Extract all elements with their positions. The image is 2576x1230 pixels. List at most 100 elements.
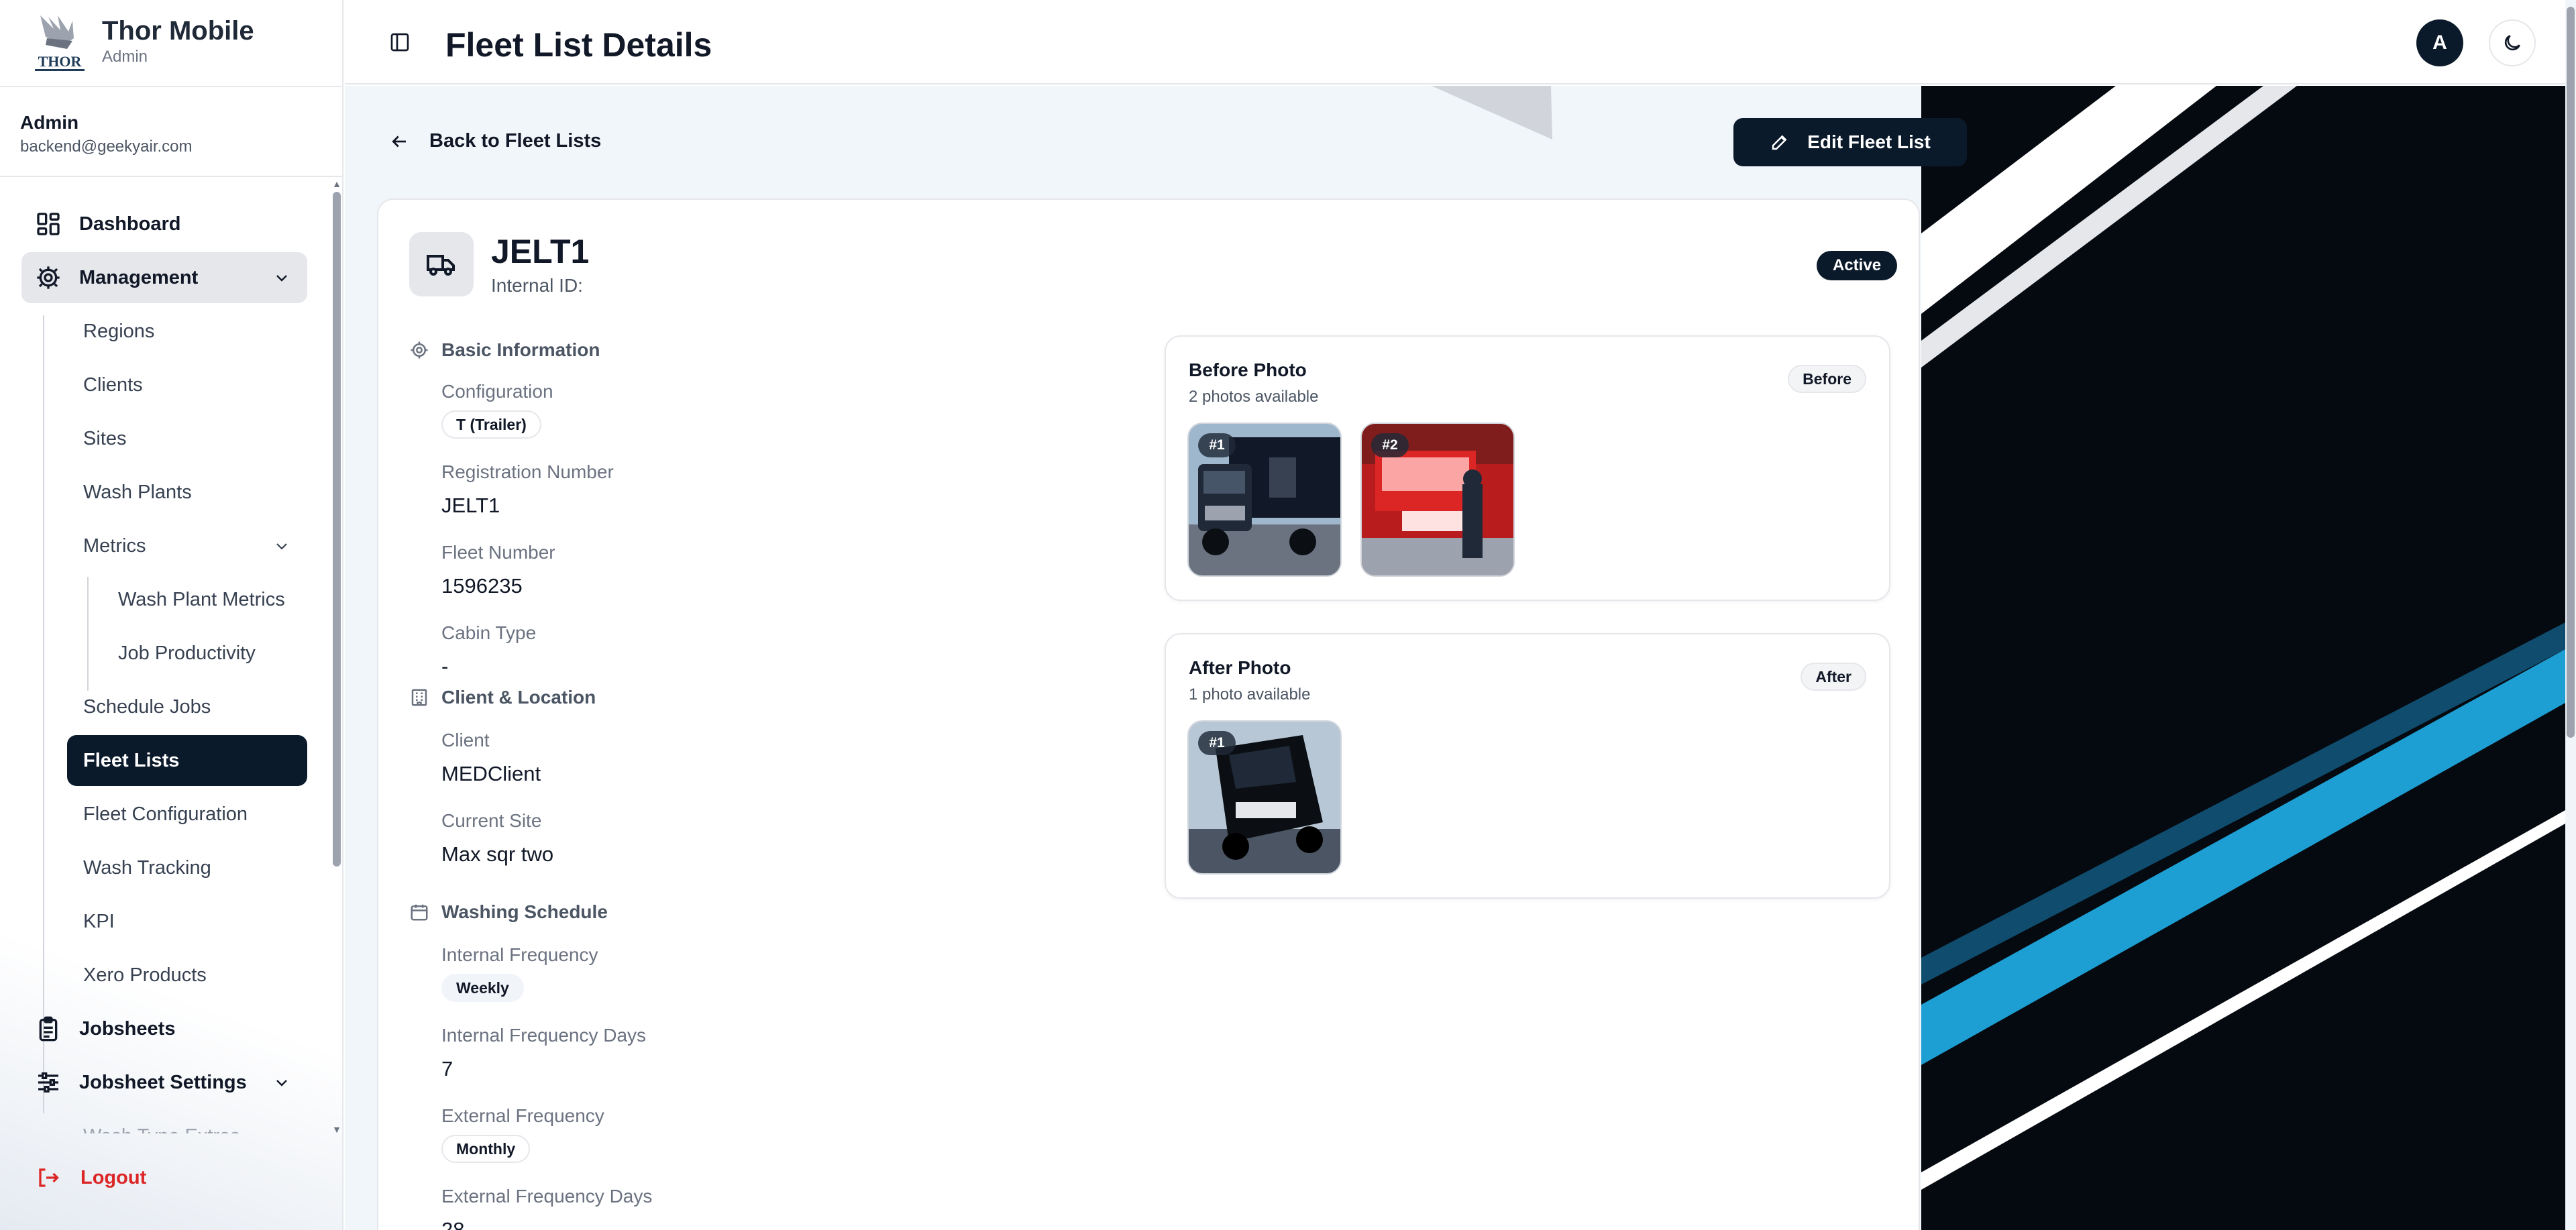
sidebar-item-label: Fleet Lists <box>83 749 180 771</box>
logo-text: THOR <box>38 53 83 70</box>
sidebar-item-label: Job Productivity <box>118 642 256 664</box>
after-photo-thumb-1[interactable]: #1 <box>1187 720 1342 875</box>
configuration-label: Configuration <box>441 381 553 402</box>
photo-number-badge: #1 <box>1198 731 1236 755</box>
client-location-heading: Client & Location <box>409 687 596 708</box>
before-badge: Before <box>1788 365 1866 393</box>
fleet-number-value: 1596235 <box>441 574 523 598</box>
basic-information-heading: Basic Information <box>409 339 600 361</box>
pencil-icon <box>1772 135 1787 150</box>
photo-number-badge: #2 <box>1371 433 1409 457</box>
tree-line <box>43 315 44 1113</box>
user-name: Admin <box>20 112 79 133</box>
external-frequency-label: External Frequency <box>441 1105 604 1126</box>
section-title: Basic Information <box>441 339 600 360</box>
brand[interactable]: THOR Thor Mobile Admin <box>0 0 342 85</box>
washing-schedule-heading: Washing Schedule <box>409 901 608 923</box>
vehicle-title: JELT1 <box>491 233 590 270</box>
internal-frequency-label: Internal Frequency <box>441 944 598 965</box>
sidebar-item-label: Metrics <box>83 535 146 557</box>
internal-frequency-days-label: Internal Frequency Days <box>441 1025 647 1046</box>
cabin-type-value: - <box>441 655 449 678</box>
sidebar-item-wash-tracking[interactable]: Wash Tracking <box>67 842 307 893</box>
current-site-value: Max sqr two <box>441 842 554 866</box>
clipboard-icon <box>39 1016 58 1042</box>
sidebar-item-label: KPI <box>83 910 115 932</box>
after-photo-title: After Photo <box>1189 657 1291 678</box>
after-photo-subtitle: 1 photo available <box>1189 685 1311 704</box>
sidebar-item-wash-plant-metrics[interactable]: Wash Plant Metrics <box>101 574 307 625</box>
internal-id-label: Internal ID: <box>491 275 583 296</box>
after-photo-card: After Photo 1 photo available After #1 <box>1165 633 1890 899</box>
avatar[interactable]: A <box>2416 19 2463 66</box>
before-photo-title: Before Photo <box>1189 359 1307 380</box>
tree-line-metrics <box>87 577 89 691</box>
client-value: MEDClient <box>441 762 541 785</box>
registration-value: JELT1 <box>441 494 500 517</box>
calendar-icon <box>411 904 428 921</box>
client-label: Client <box>441 730 490 750</box>
sidebar-item-job-productivity[interactable]: Job Productivity <box>101 628 307 679</box>
sidebar-item-jobsheets[interactable]: Jobsheets <box>21 1003 307 1054</box>
sidebar-item-label: Management <box>79 266 199 288</box>
sidebar-item-kpi[interactable]: KPI <box>67 896 307 947</box>
before-photo-subtitle: 2 photos available <box>1189 388 1319 406</box>
panel-left-icon <box>390 33 409 52</box>
sidebar-item-metrics[interactable]: Metrics <box>67 520 307 571</box>
scroll-up-icon[interactable]: ▲ <box>331 178 342 189</box>
after-badge: After <box>1801 663 1866 691</box>
sidebar-item-fleet-configuration[interactable]: Fleet Configuration <box>67 789 307 840</box>
back-label: Back to Fleet Lists <box>429 130 602 152</box>
sidebar-item-jobsheet-settings[interactable]: Jobsheet Settings <box>21 1057 307 1108</box>
sidebar-item-label: Wash Tracking <box>83 856 211 879</box>
fleet-number-label: Fleet Number <box>441 542 555 563</box>
fleet-details-card: JELT1 Internal ID: Active Basic Informat… <box>377 199 1920 1230</box>
internal-frequency-chip: Weekly <box>441 974 524 1002</box>
edit-fleet-list-button[interactable]: Edit Fleet List <box>1733 118 1967 166</box>
sidebar-item-wash-plants[interactable]: Wash Plants <box>67 467 307 518</box>
before-photo-thumb-2[interactable]: #2 <box>1360 423 1515 577</box>
sidebar-item-regions[interactable]: Regions <box>67 306 307 357</box>
sidebar-scroll-thumb[interactable] <box>333 192 341 866</box>
brand-name: Thor Mobile <box>102 16 254 46</box>
scroll-down-icon[interactable]: ▼ <box>331 1124 342 1135</box>
cabin-type-label: Cabin Type <box>441 622 537 643</box>
chevron-down-icon <box>276 1080 287 1086</box>
main-content: Back to Fleet Lists Edit Fleet List JELT… <box>345 86 2565 1230</box>
sidebar-item-schedule-jobs[interactable]: Schedule Jobs <box>67 681 307 732</box>
sidebar-toggle-button[interactable] <box>389 32 411 53</box>
sidebar-item-wash-type-extras[interactable]: Wash Type Extras <box>67 1111 307 1134</box>
sidebar-item-management[interactable]: Management <box>21 252 307 303</box>
brand-text: Thor Mobile Admin <box>102 16 254 68</box>
chevron-down-icon <box>276 275 287 282</box>
sidebar-item-clients[interactable]: Clients <box>67 359 307 410</box>
arrow-left-icon <box>392 135 406 147</box>
section-title: Client & Location <box>441 687 596 708</box>
sidebar-item-label: Xero Products <box>83 964 207 986</box>
sidebar-item-fleet-lists[interactable]: Fleet Lists <box>67 735 307 786</box>
before-photo-thumb-1[interactable]: #1 <box>1187 423 1342 577</box>
sidebar-item-label: Schedule Jobs <box>83 695 211 718</box>
external-frequency-chip: Monthly <box>441 1135 531 1163</box>
dashboard-icon <box>37 213 60 235</box>
current-site-label: Current Site <box>441 810 542 831</box>
status-badge: Active <box>1817 251 1898 280</box>
sidebar-item-xero-products[interactable]: Xero Products <box>67 950 307 1001</box>
back-to-fleet-lists-link[interactable]: Back to Fleet Lists <box>389 130 601 152</box>
registration-label: Registration Number <box>441 461 614 482</box>
sidebar-item-dashboard[interactable]: Dashboard <box>21 199 307 249</box>
sliders-icon <box>38 1072 58 1093</box>
thor-logo-icon: THOR <box>34 11 86 73</box>
truck-icon-tile <box>409 232 474 296</box>
theme-toggle-button[interactable] <box>2489 19 2536 66</box>
building-icon <box>411 689 427 706</box>
logout-button[interactable]: Logout <box>36 1166 146 1190</box>
top-header: Fleet List Details A <box>345 0 2565 85</box>
sidebar-item-label: Wash Type Extras <box>83 1125 240 1134</box>
sidebar-item-label: Jobsheet Settings <box>79 1071 247 1093</box>
moon-icon <box>2504 35 2520 51</box>
sidebar-item-sites[interactable]: Sites <box>67 413 307 464</box>
page-scroll-thumb[interactable] <box>2567 7 2575 738</box>
configuration-chip: T (Trailer) <box>441 410 541 439</box>
internal-frequency-days-value: 7 <box>441 1057 453 1080</box>
